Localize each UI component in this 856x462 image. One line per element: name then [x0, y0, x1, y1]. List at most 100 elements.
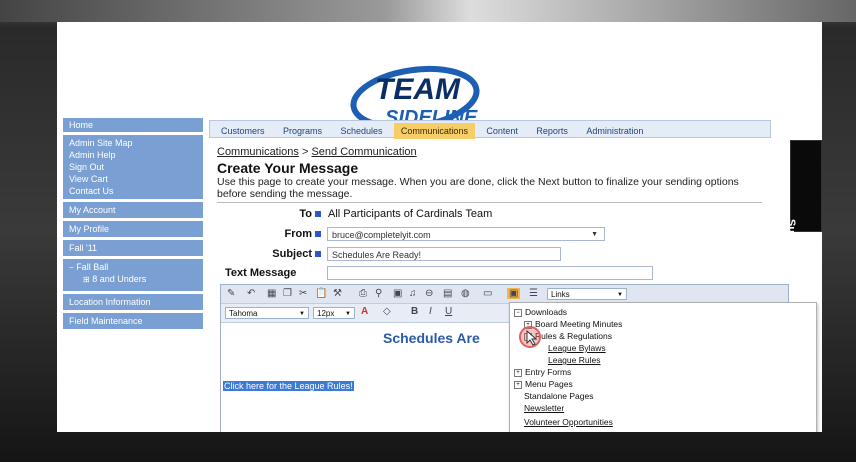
font-size-value: 12px [317, 309, 335, 318]
sidebar-item-8-and-unders[interactable]: ⊞ 8 and Unders [63, 273, 203, 285]
font-size-select[interactable]: 12px ▼ [313, 307, 355, 319]
links-menu-menu-pages[interactable]: + Menu Pages [514, 379, 573, 389]
from-label-text: From [284, 228, 313, 240]
sidebar-item-contact-us[interactable]: Contact Us [63, 185, 203, 197]
sidebar-item-home[interactable]: Home [63, 118, 203, 132]
tab-administration[interactable]: Administration [579, 123, 650, 139]
cut-icon[interactable]: ✂ [299, 288, 307, 299]
links-menu-downloads-label: Downloads [525, 307, 568, 317]
image-icon[interactable]: ▣ [393, 288, 402, 299]
breadcrumb-separator: > [298, 146, 312, 158]
links-menu-newsletter[interactable]: Newsletter [524, 403, 564, 413]
required-marker-icon [315, 211, 321, 218]
links-menu-rules-label: Rules & Regulations [535, 331, 613, 341]
links-menu-entry-forms-label: Entry Forms [525, 367, 572, 377]
print-icon[interactable]: ⎙ [359, 288, 367, 299]
font-family-value: Tahoma [229, 309, 258, 318]
breadcrumb-communications-link[interactable]: Communications [217, 146, 299, 158]
insert-link-icon[interactable]: ▣ [507, 288, 521, 299]
copy-icon[interactable]: ❐ [283, 288, 292, 299]
sidebar-item-location-information[interactable]: Location Information [63, 294, 203, 310]
tab-programs[interactable]: Programs [276, 123, 329, 139]
expand-icon[interactable]: + [514, 380, 522, 389]
sidebar-item-fall-11[interactable]: Fall '11 [63, 240, 203, 256]
undo-icon[interactable]: ↶ [247, 288, 255, 299]
to-value: All Participants of Cardinals Team [328, 208, 493, 220]
from-label: From [257, 228, 321, 240]
top-navigation: Customers Programs Schedules Communicati… [209, 120, 771, 139]
box-icon[interactable]: ▭ [483, 288, 492, 299]
chevron-down-icon: ▼ [345, 311, 351, 317]
sidebar-item-my-profile[interactable]: My Profile [63, 221, 203, 237]
collapse-icon[interactable]: − [514, 308, 522, 317]
support-tab[interactable]: Support [785, 140, 822, 261]
tab-reports[interactable]: Reports [529, 123, 575, 139]
links-menu-entry-forms[interactable]: + Entry Forms [514, 367, 571, 377]
required-marker-icon [315, 251, 321, 258]
text-message-input[interactable] [327, 266, 653, 280]
sidebar-item-view-cart[interactable]: View Cart [63, 173, 203, 185]
required-marker-icon [315, 231, 321, 238]
tab-customers[interactable]: Customers [214, 123, 272, 139]
mouse-cursor-icon [519, 326, 541, 348]
subject-label-text: Subject [272, 248, 312, 260]
sidebar-item-my-account[interactable]: My Account [63, 202, 203, 218]
device-bezel [0, 0, 856, 22]
selected-link-text[interactable]: Click here for the League Rules! [223, 381, 354, 391]
chevron-down-icon: ▼ [591, 231, 598, 238]
breadcrumb: Communications > Send Communication [217, 146, 417, 158]
sidebar: Home Admin Site Map Admin Help Sign Out … [63, 118, 203, 418]
spellcheck-icon[interactable]: ✎ [227, 288, 235, 299]
links-menu-downloads[interactable]: − Downloads [514, 307, 567, 317]
expand-icon[interactable]: ⊞ [83, 275, 90, 284]
expand-icon[interactable]: + [514, 368, 522, 377]
sidebar-item-admin-help[interactable]: Admin Help [63, 149, 203, 161]
links-dropdown[interactable]: Links ▼ [547, 288, 627, 300]
support-tab-label: Support [785, 219, 797, 262]
format-painter-icon[interactable]: ⚒ [333, 288, 342, 299]
from-select-value: bruce@completelyit.com [332, 230, 431, 240]
sidebar-item-sign-out[interactable]: Sign Out [63, 161, 203, 173]
table-icon[interactable]: ▦ [267, 288, 276, 299]
font-family-select[interactable]: Tahoma ▼ [225, 307, 309, 319]
sidebar-item-fall-ball[interactable]: − Fall Ball [63, 261, 203, 273]
text-message-label: Text Message [225, 267, 297, 279]
bold-icon[interactable]: B [411, 306, 418, 317]
chart-icon[interactable]: ▤ [443, 288, 452, 299]
app-screen: TEAM SIDELINE Home Admin Site Map Admin … [57, 22, 822, 432]
sidebar-item-8-and-unders-label: 8 and Unders [92, 274, 147, 284]
paste-icon[interactable]: 📋 [315, 288, 327, 299]
links-menu-league-bylaws[interactable]: League Bylaws [548, 343, 606, 353]
links-menu-standalone-pages[interactable]: Standalone Pages [524, 391, 593, 401]
globe-icon[interactable]: ◍ [461, 288, 470, 299]
to-label: To [257, 208, 321, 220]
subject-input[interactable]: Schedules Are Ready! [327, 247, 561, 261]
page-title: Create Your Message [217, 160, 359, 176]
chevron-down-icon: ▼ [299, 311, 305, 317]
media-icon[interactable]: ♫ [409, 288, 417, 299]
italic-icon[interactable]: I [429, 306, 432, 317]
link-icon[interactable]: ⊖ [425, 288, 433, 299]
links-menu-league-rules[interactable]: League Rules [548, 355, 600, 365]
highlight-icon[interactable]: ◇ [383, 306, 391, 317]
links-menu-volunteer-opportunities[interactable]: Volunteer Opportunities [524, 417, 613, 427]
tab-content[interactable]: Content [479, 123, 525, 139]
from-select[interactable]: bruce@completelyit.com ▼ [327, 227, 605, 241]
collapse-icon[interactable]: − [69, 263, 74, 272]
tab-communications[interactable]: Communications [393, 123, 475, 139]
team-sideline-logo[interactable]: TEAM SIDELINE [345, 44, 495, 132]
underline-icon[interactable]: U [445, 306, 452, 317]
font-color-icon[interactable]: A [361, 306, 368, 317]
sidebar-item-admin-site-map[interactable]: Admin Site Map [63, 137, 203, 149]
align-icon[interactable]: ☰ [529, 288, 538, 299]
find-icon[interactable]: ⚲ [375, 288, 382, 299]
links-menu-board-label: Board Meeting Minutes [535, 319, 623, 329]
tab-schedules[interactable]: Schedules [333, 123, 389, 139]
links-dropdown-label: Links [551, 290, 570, 299]
breadcrumb-send-communication-link[interactable]: Send Communication [311, 146, 416, 158]
chevron-down-icon: ▼ [617, 292, 623, 298]
editor-body-heading: Schedules Are [383, 330, 480, 346]
sidebar-item-field-maintenance[interactable]: Field Maintenance [63, 313, 203, 329]
sidebar-item-fall-ball-label: Fall Ball [76, 262, 109, 272]
logo-team-text: TEAM [375, 73, 461, 106]
